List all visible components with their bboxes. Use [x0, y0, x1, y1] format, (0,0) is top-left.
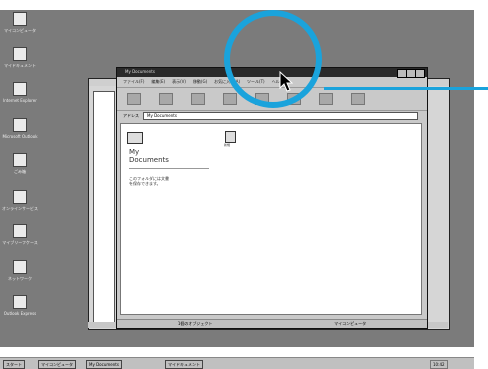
folder-icon	[13, 47, 27, 61]
address-label: アドレス	[123, 113, 139, 118]
address-bar: アドレス My Documents	[117, 111, 427, 121]
desktop-icon-online-services[interactable]: オンラインサービス	[0, 190, 40, 211]
folder-icon	[127, 132, 143, 144]
up-icon[interactable]	[191, 93, 205, 105]
online-icon	[13, 190, 27, 204]
desktop-icon-outlook[interactable]: Microsoft Outlook	[0, 118, 40, 139]
taskbar-item-1[interactable]: マイコンピュータ	[38, 360, 76, 369]
back-icon[interactable]	[127, 93, 141, 105]
cut-icon[interactable]	[223, 93, 237, 105]
background-window-pane	[93, 91, 115, 325]
screen: マイコンピュータ マイドキュメント Internet Explorer Micr…	[0, 0, 488, 369]
network-icon	[13, 260, 27, 274]
status-bar: 1個のオブジェクト マイコンピュータ	[117, 319, 427, 328]
callout-line	[324, 87, 488, 90]
menu-edit[interactable]: 編集(E)	[151, 79, 165, 85]
computer-icon	[13, 12, 27, 26]
divider	[129, 168, 209, 169]
globe-icon	[13, 82, 27, 96]
desktop-icon-recycle-bin[interactable]: ごみ箱	[0, 153, 40, 174]
clock: 10:42	[430, 360, 448, 369]
mouse-pointer-icon	[279, 71, 293, 92]
menu-go[interactable]: 移動(G)	[193, 79, 207, 85]
highlight-circle	[224, 10, 322, 108]
desktop-icon-my-documents[interactable]: マイドキュメント	[0, 47, 40, 68]
delete-icon[interactable]	[351, 93, 365, 105]
outlook-express-icon	[13, 295, 27, 309]
forward-icon[interactable]	[159, 93, 173, 105]
folder-title: My Documents	[129, 148, 169, 164]
desktop-icon-network[interactable]: ネットワーク	[0, 260, 40, 281]
window-title: My Documents	[125, 69, 155, 74]
undo-icon[interactable]	[319, 93, 333, 105]
right-margin	[474, 0, 488, 369]
folder-title-line1: My	[129, 148, 140, 156]
document-label[interactable]: 新規	[224, 143, 230, 147]
status-left: 1個のオブジェクト	[177, 321, 213, 326]
close-button[interactable]	[415, 69, 425, 78]
desktop-icon-outlook-express[interactable]: Outlook Express	[0, 295, 40, 316]
folder-title-line2: Documents	[129, 156, 169, 164]
top-margin	[0, 0, 474, 10]
start-button[interactable]: スタート	[3, 360, 25, 369]
status-right: マイコンピュータ	[334, 321, 367, 326]
folder-content: My Documents このフォルダには文書 を保存できます。 新規	[120, 123, 422, 315]
desktop-icon-my-computer[interactable]: マイコンピュータ	[0, 12, 40, 33]
taskbar-item-3[interactable]: マイドキュメント	[165, 360, 203, 369]
taskbar-item-2[interactable]: My Documents	[86, 360, 122, 369]
menu-file[interactable]: ファイル(F)	[123, 79, 144, 85]
recycle-bin-icon	[13, 153, 27, 167]
menu-view[interactable]: 表示(V)	[172, 79, 186, 85]
briefcase-icon	[13, 224, 27, 238]
desktop-icon-briefcase[interactable]: マイブリーフケース	[0, 224, 40, 245]
folder-description: このフォルダには文書 を保存できます。	[129, 176, 169, 186]
desktop-icon-internet-explorer[interactable]: Internet Explorer	[0, 82, 40, 103]
document-icon[interactable]	[225, 131, 236, 143]
address-input[interactable]: My Documents	[143, 112, 418, 120]
mail-icon	[13, 118, 27, 132]
description-line2: を保存できます。	[129, 181, 161, 186]
taskbar: スタート マイコンピュータ My Documents マイドキュメント 10:4…	[0, 357, 474, 369]
